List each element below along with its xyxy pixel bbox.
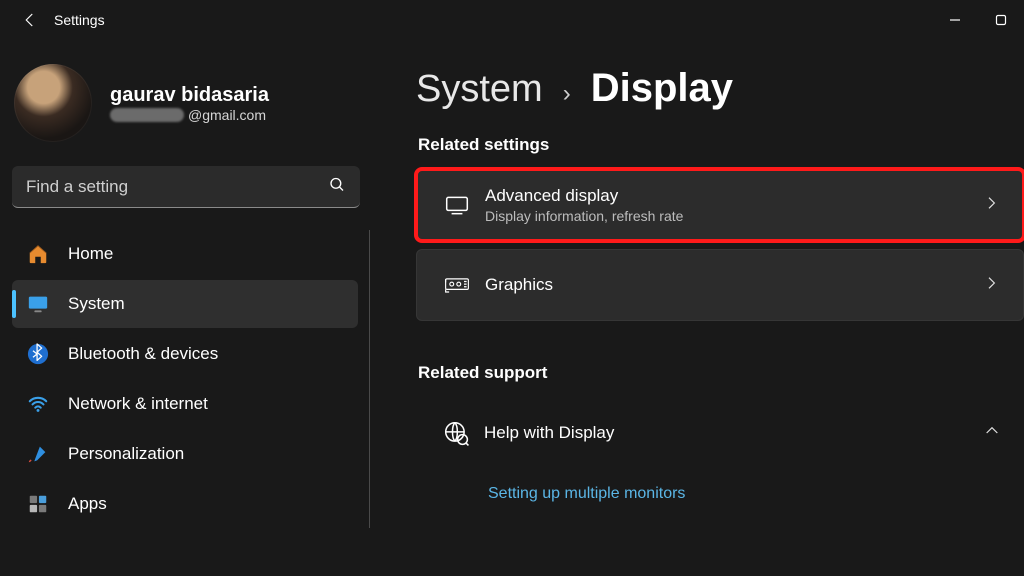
sidebar-item-bluetooth[interactable]: Bluetooth & devices [12, 330, 358, 378]
system-icon [26, 292, 50, 316]
card-title: Advanced display [485, 186, 983, 206]
scrollbar[interactable] [369, 230, 370, 528]
profile-email: @gmail.com [110, 107, 269, 123]
sidebar-item-label: Personalization [68, 444, 184, 464]
search-input[interactable] [12, 166, 360, 208]
card-title: Graphics [485, 275, 983, 295]
minimize-button[interactable] [932, 0, 978, 40]
chevron-right-icon: › [563, 80, 571, 108]
home-icon [26, 242, 50, 266]
chevron-right-icon [983, 195, 999, 216]
help-with-display-card[interactable]: Help with Display [416, 397, 1024, 469]
back-button[interactable] [8, 11, 52, 29]
avatar [14, 64, 92, 142]
profile-block[interactable]: gaurav bidasaria @gmail.com [8, 58, 370, 166]
card-subtitle: Display information, refresh rate [485, 208, 983, 224]
display-icon [435, 192, 479, 218]
sidebar-item-label: Bluetooth & devices [68, 344, 218, 364]
sidebar-item-home[interactable]: Home [12, 230, 358, 278]
brush-icon [26, 442, 50, 466]
sidebar-item-label: Apps [68, 494, 107, 514]
link-multiple-monitors[interactable]: Setting up multiple monitors [488, 485, 685, 502]
breadcrumb-parent[interactable]: System [416, 68, 543, 111]
maximize-button[interactable] [978, 0, 1024, 40]
advanced-display-card[interactable]: Advanced display Display information, re… [416, 169, 1024, 241]
profile-name: gaurav bidasaria [110, 84, 269, 107]
sidebar-item-apps[interactable]: Apps [12, 480, 358, 528]
sidebar-item-network[interactable]: Network & internet [12, 380, 358, 428]
breadcrumb-current: Display [591, 66, 733, 111]
profile-email-domain: @gmail.com [188, 107, 266, 123]
section-related-support: Related support [418, 363, 1024, 383]
help-globe-icon [434, 420, 478, 446]
graphics-card[interactable]: Graphics [416, 249, 1024, 321]
sidebar-item-personalization[interactable]: Personalization [12, 430, 358, 478]
apps-icon [26, 492, 50, 516]
sidebar-item-label: System [68, 294, 125, 314]
section-related-settings: Related settings [418, 135, 1024, 155]
card-title: Help with Display [484, 423, 984, 443]
sidebar-item-label: Home [68, 244, 113, 264]
search-icon [328, 176, 346, 199]
redacted-text [110, 108, 184, 122]
chevron-right-icon [983, 275, 999, 296]
sidebar-item-label: Network & internet [68, 394, 208, 414]
sidebar-item-system[interactable]: System [12, 280, 358, 328]
graphics-icon [435, 274, 479, 296]
breadcrumb: System › Display [416, 66, 1024, 111]
bluetooth-icon [26, 342, 50, 366]
window-title: Settings [54, 12, 105, 28]
chevron-up-icon [984, 423, 1000, 444]
wifi-icon [26, 392, 50, 416]
